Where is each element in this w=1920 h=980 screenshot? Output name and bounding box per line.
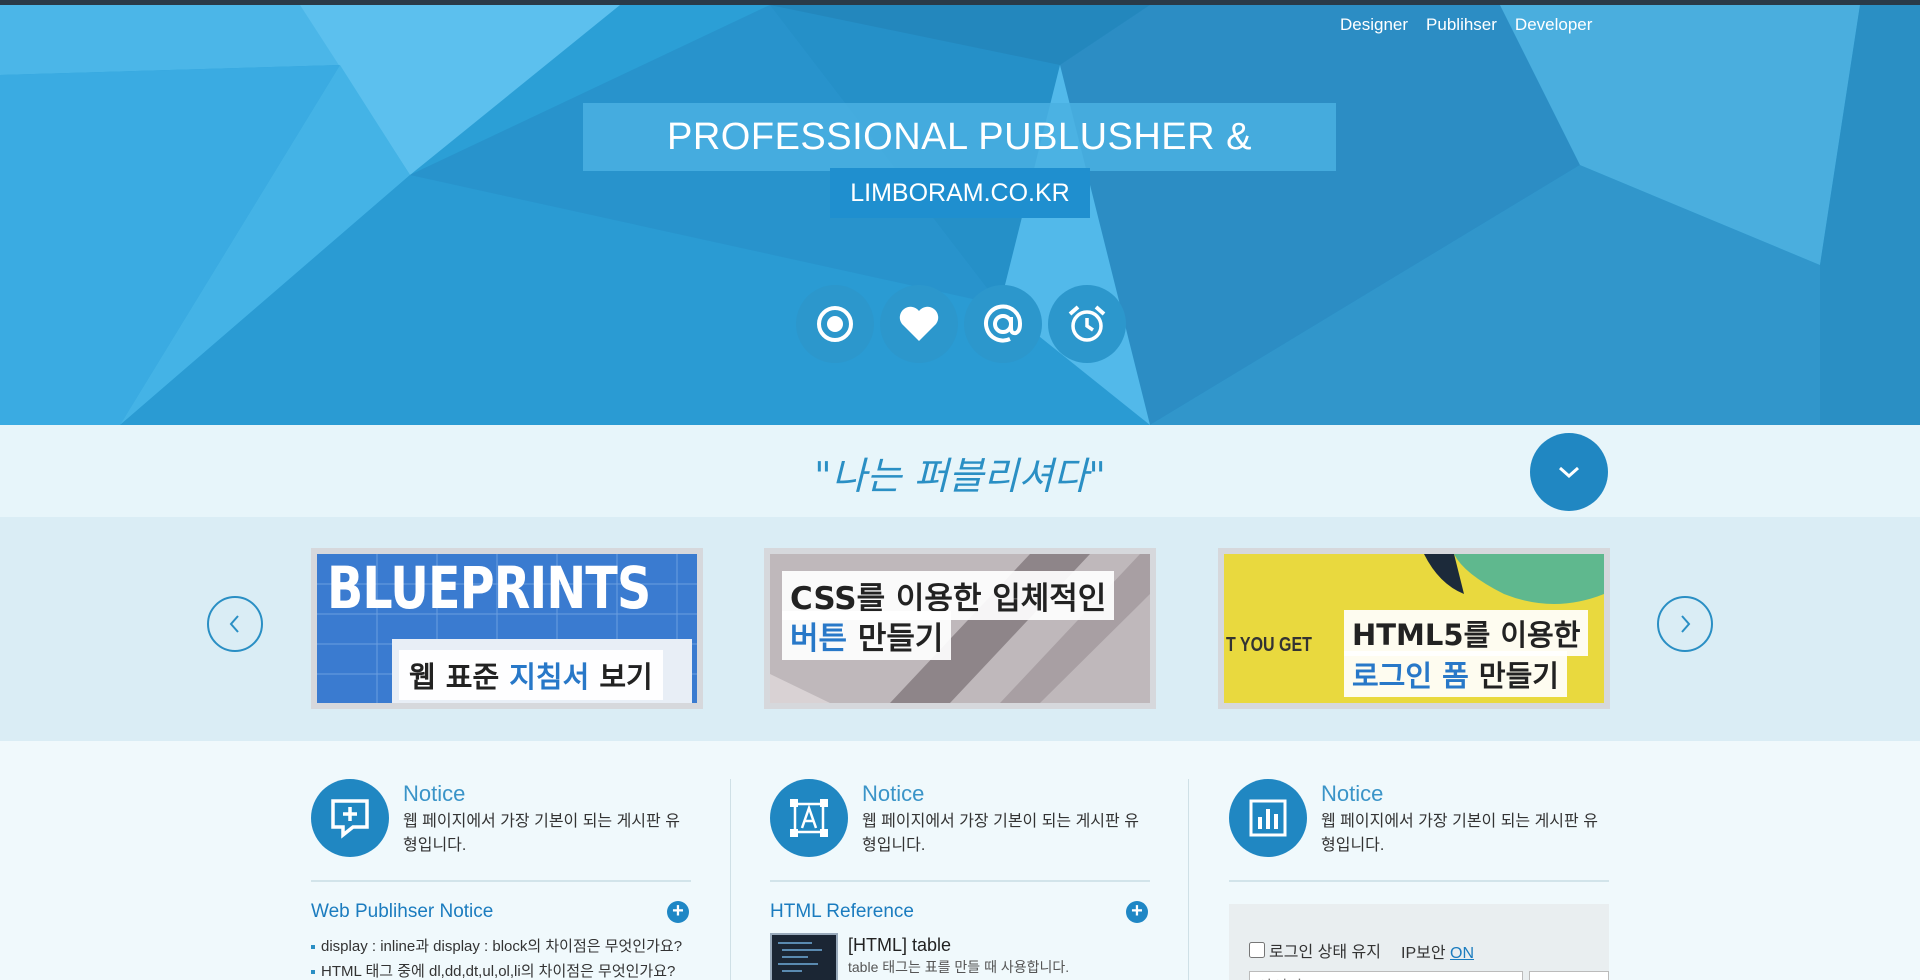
- id-input[interactable]: [1249, 971, 1523, 980]
- alarm-clock-icon[interactable]: [1048, 285, 1126, 363]
- column-desc: 웹 페이지에서 가장 기본이 되는 게시판 유형입니다.: [862, 813, 1139, 854]
- hero-title: PROFESSIONAL PUBLUSHER & DESIGNER: [583, 103, 1336, 226]
- slide-side-text: T YOU GET: [1226, 634, 1312, 656]
- heart-icon[interactable]: [880, 285, 958, 363]
- slide-label-line2: 로그인 폼 만들기: [1344, 651, 1567, 697]
- keep-login-option[interactable]: 로그인 상태 유지: [1249, 938, 1381, 962]
- chevron-left-icon: [229, 615, 239, 633]
- top-nav: Designer Publihser Developer: [1340, 15, 1592, 35]
- nav-developer[interactable]: Developer: [1515, 15, 1593, 35]
- list-title[interactable]: HTML Reference: [770, 901, 914, 923]
- scroll-down-button[interactable]: [1530, 433, 1608, 511]
- keep-login-checkbox[interactable]: [1249, 942, 1265, 958]
- ip-security-toggle[interactable]: ON: [1450, 945, 1474, 962]
- article-slider: BLUEPRINTS 웹 표준 지침서 보기 CSS를 이용한 입체적인 버튼 …: [0, 517, 1920, 741]
- nav-publisher[interactable]: Publihser: [1426, 15, 1497, 35]
- quote-band: "나는 퍼블리셔다": [0, 425, 1920, 517]
- chevron-right-icon: [1681, 615, 1691, 633]
- more-plus-icon[interactable]: +: [1126, 901, 1148, 923]
- bar-chart-icon: [1229, 779, 1307, 857]
- keep-login-label: 로그인 상태 유지: [1269, 944, 1381, 961]
- ip-security: IP보안 ON: [1401, 939, 1474, 963]
- list-title[interactable]: Web Publihser Notice: [311, 901, 493, 923]
- reference-thumbnail[interactable]: [770, 933, 838, 980]
- text-frame-icon: [770, 779, 848, 857]
- chevron-down-icon: [1559, 466, 1579, 479]
- column-title: Notice: [862, 781, 925, 806]
- slide-label-line1: HTML5를 이용한: [1344, 610, 1589, 656]
- target-icon[interactable]: [796, 285, 874, 363]
- column-divider: [730, 779, 731, 980]
- slider-prev-button[interactable]: [207, 596, 263, 652]
- hero-icon-row: [796, 285, 1126, 363]
- reference-desc: table 태그는 표를 만들 때 사용합니다.: [848, 959, 1070, 975]
- column-divider: [1188, 779, 1189, 980]
- nav-designer[interactable]: Designer: [1340, 15, 1408, 35]
- password-input[interactable]: [1529, 971, 1609, 980]
- slide-label-line2: 버튼 만들기: [782, 611, 952, 660]
- hero-domain[interactable]: LIMBORAM.CO.KR: [830, 168, 1090, 218]
- column-desc: 웹 페이지에서 가장 기본이 되는 게시판 유형입니다.: [1321, 813, 1598, 854]
- ip-security-label: IP보안: [1401, 945, 1446, 962]
- list-item[interactable]: display : inline과 display : block의 차이점은 …: [311, 934, 691, 959]
- slide-card-html5-login[interactable]: T YOU GET HTML5를 이용한 로그인 폼 만들기: [1218, 548, 1610, 709]
- divider: [1229, 880, 1609, 882]
- column-desc: 웹 페이지에서 가장 기본이 되는 게시판 유형입니다.: [403, 813, 680, 854]
- list-item[interactable]: HTML 태그 중에 dl,dd,dt,ul,ol,li의 차이점은 무엇인가요…: [311, 959, 691, 980]
- more-plus-icon[interactable]: +: [667, 901, 689, 923]
- quote-text: "나는 퍼블리셔다": [814, 454, 1106, 498]
- slide-bg-word: BLUEPRINTS: [327, 554, 651, 622]
- at-icon[interactable]: [964, 285, 1042, 363]
- hero-banner: Designer Publihser Developer PROFESSIONA…: [0, 5, 1920, 425]
- column-title: Notice: [1321, 781, 1384, 806]
- slide-label: 웹 표준 지침서 보기: [399, 650, 663, 700]
- slider-next-button[interactable]: [1657, 596, 1713, 652]
- login-form: 로그인 상태 유지 IP보안 ON: [1229, 904, 1609, 980]
- reference-title[interactable]: [HTML] table: [848, 935, 951, 956]
- divider: [770, 880, 1150, 882]
- divider: [311, 880, 691, 882]
- slide-card-css-button[interactable]: CSS를 이용한 입체적인 버튼 만들기: [764, 548, 1156, 709]
- column-title: Notice: [403, 781, 466, 806]
- notice-list: display : inline과 display : block의 차이점은 …: [311, 934, 691, 980]
- info-columns: Notice 웹 페이지에서 가장 기본이 되는 게시판 유형입니다. Web …: [0, 741, 1920, 980]
- slide-card-blueprints[interactable]: BLUEPRINTS 웹 표준 지침서 보기: [311, 548, 703, 709]
- add-comment-icon: [311, 779, 389, 857]
